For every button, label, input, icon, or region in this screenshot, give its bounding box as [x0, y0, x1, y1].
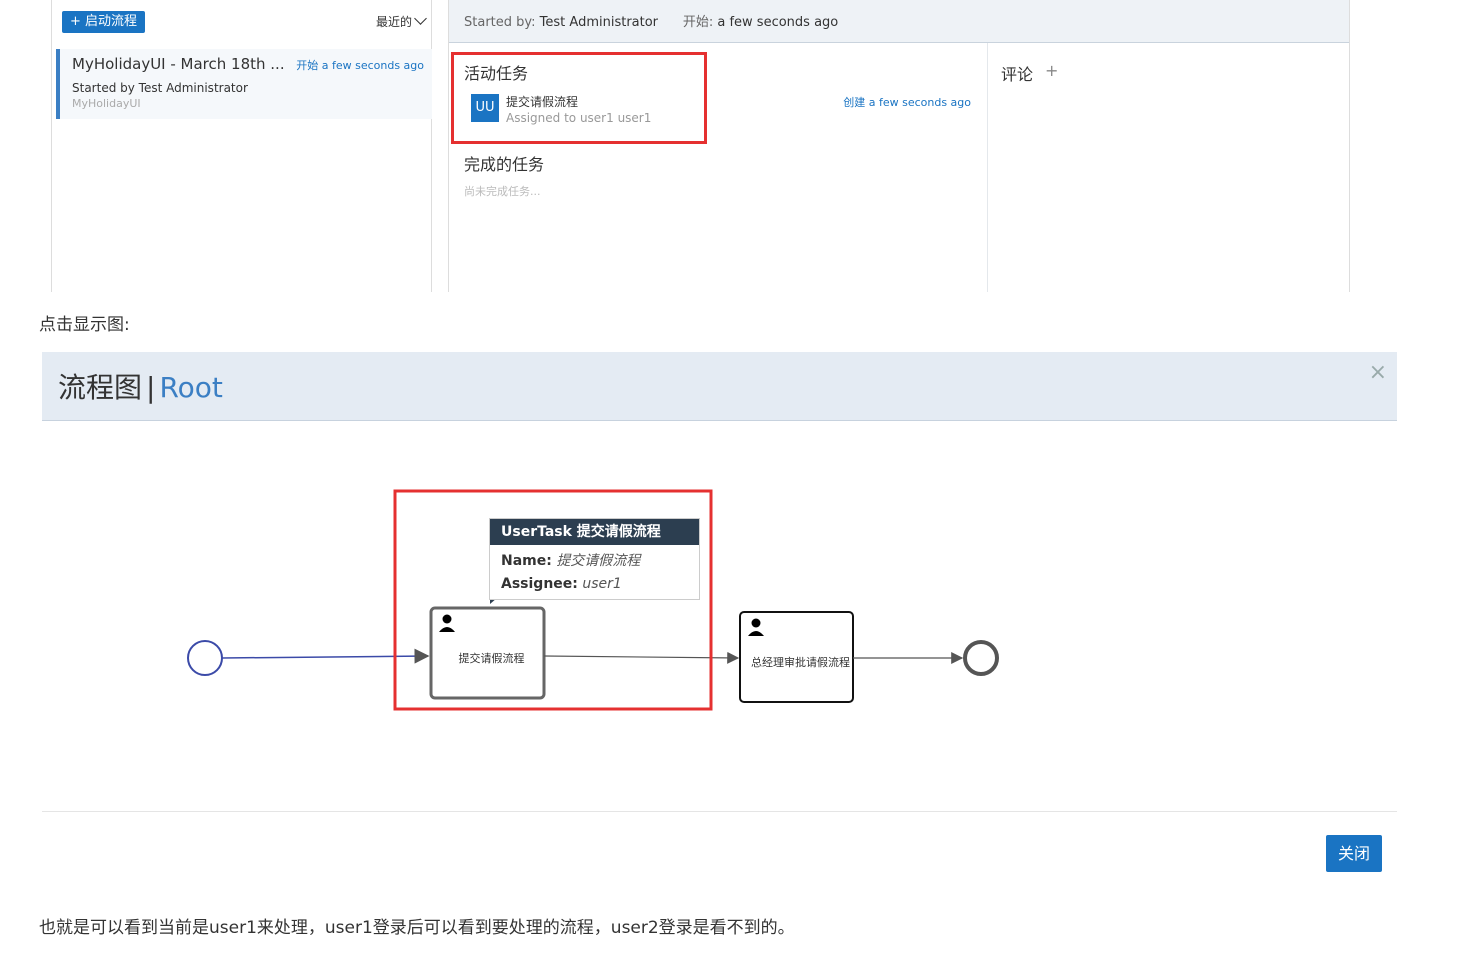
- process-detail-header: Started by: Test Administrator 开始: a few…: [449, 0, 1349, 43]
- close-icon[interactable]: ×: [1369, 362, 1387, 384]
- start-event[interactable]: [187, 640, 223, 676]
- tooltip-header: UserTask 提交请假流程: [490, 519, 699, 545]
- task1-label: 提交请假流程: [458, 652, 525, 665]
- task2-label: 总经理审批请假流程: [751, 656, 850, 669]
- close-button[interactable]: 关闭: [1326, 835, 1382, 872]
- process-detail-panel: Started by: Test Administrator 开始: a few…: [448, 0, 1350, 292]
- sequence-flow-1: [221, 648, 430, 664]
- modal-header: 流程图 | Root ×: [42, 352, 1397, 421]
- end-event[interactable]: [963, 640, 999, 676]
- tooltip-name-label: Name:: [501, 553, 552, 569]
- completed-tasks-empty: 尚未完成任务...: [464, 185, 541, 198]
- highlight-box: [451, 52, 707, 144]
- tooltip-name-row: Name: 提交请假流程: [501, 550, 640, 570]
- sort-label: 最近的: [375, 15, 412, 29]
- process-started-by: Started by Test Administrator: [72, 81, 248, 95]
- process-screenshot: + 启动流程 最近的 MyHolidayUI - March 18th ... …: [0, 0, 1469, 292]
- start-value: a few seconds ago: [717, 15, 839, 30]
- process-list-panel: + 启动流程 最近的 MyHolidayUI - March 18th ... …: [51, 0, 432, 292]
- process-list-item[interactable]: MyHolidayUI - March 18th ... 开始 a few se…: [56, 49, 432, 119]
- start-process-button[interactable]: + 启动流程: [62, 11, 146, 33]
- modal-footer-divider: [42, 811, 1397, 812]
- process-start-time: 开始 a few seconds ago: [296, 59, 424, 72]
- tooltip-assignee-row: Assignee: user1: [501, 576, 622, 592]
- tooltip-assignee-label: Assignee:: [501, 576, 578, 592]
- tooltip-name-value: 提交请假流程: [556, 553, 641, 569]
- caption-text: 点击显示图:: [39, 315, 130, 335]
- sort-select[interactable]: 最近的: [375, 12, 427, 30]
- add-comment-icon[interactable]: +: [1045, 61, 1058, 80]
- task-tooltip: UserTask 提交请假流程 Name: 提交请假流程 Assignee: u…: [489, 518, 700, 600]
- modal-title: 流程图 | Root: [58, 366, 223, 406]
- started-by-value: Test Administrator: [539, 15, 659, 30]
- started-info: Started by: Test Administrator 开始: a few…: [464, 11, 838, 30]
- process-title: MyHolidayUI - March 18th ...: [72, 55, 285, 73]
- sequence-flow-2: [543, 651, 740, 664]
- chevron-down-icon: [414, 12, 427, 25]
- started-by-label: Started by:: [464, 15, 536, 30]
- explanation-text: 也就是可以看到当前是user1来处理，user1登录后可以看到要处理的流程，us…: [39, 918, 795, 938]
- comments-title: 评论: [1001, 65, 1034, 84]
- panel-divider: [987, 43, 988, 292]
- completed-tasks-title: 完成的任务: [464, 155, 545, 174]
- process-diagram: [187, 489, 999, 711]
- tooltip-assignee-value: user1: [582, 576, 622, 592]
- start-label: 开始:: [682, 15, 714, 30]
- active-task-created: 创建 a few seconds ago: [843, 96, 971, 109]
- modal-title-text: 流程图: [58, 371, 143, 404]
- modal-subtitle: Root: [159, 371, 223, 404]
- process-definition: MyHolidayUI: [72, 97, 141, 110]
- title-separator: |: [146, 371, 156, 404]
